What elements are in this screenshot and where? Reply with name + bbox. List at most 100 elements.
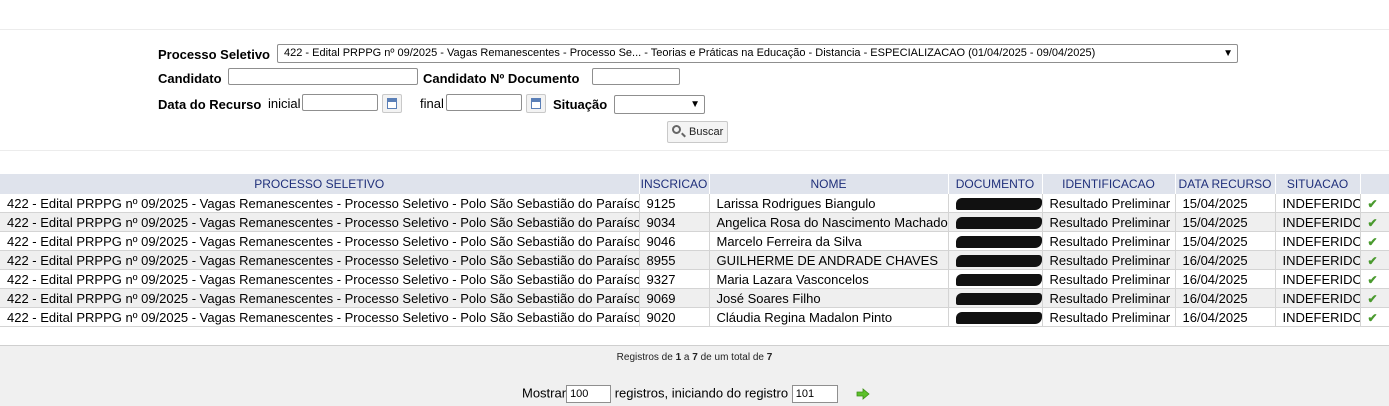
- cell-nome: José Soares Filho: [709, 288, 949, 308]
- data-recurso-label: Data do Recurso: [158, 97, 262, 112]
- col-header-data-recurso[interactable]: DATA RECURSO: [1175, 174, 1276, 194]
- cell-data: 15/04/2025: [1175, 212, 1276, 232]
- cell-situacao: INDEFERIDO: [1275, 250, 1361, 270]
- cell-nome: GUILHERME DE ANDRADE CHAVES: [709, 250, 949, 270]
- cell-inscricao: 9020: [639, 307, 710, 327]
- processo-select[interactable]: 422 - Edital PRPPG nº 09/2025 - Vagas Re…: [277, 44, 1238, 63]
- situacao-label: Situação: [553, 97, 608, 112]
- data-inicial-input[interactable]: [302, 94, 378, 111]
- cell-identificacao: Resultado Preliminar: [1042, 288, 1176, 308]
- col-header-situacao[interactable]: SITUACAO: [1275, 174, 1361, 194]
- cell-documento: [948, 307, 1043, 327]
- check-icon[interactable]: ✔: [1368, 216, 1378, 230]
- reg-to: 7: [692, 352, 698, 363]
- cell-data: 16/04/2025: [1175, 250, 1276, 270]
- cell-data: 15/04/2025: [1175, 231, 1276, 251]
- cell-action[interactable]: ✔: [1360, 231, 1389, 251]
- cell-action[interactable]: ✔: [1360, 194, 1389, 213]
- situacao-select[interactable]: ▼: [614, 95, 705, 114]
- table-row[interactable]: 422 - Edital PRPPG nº 09/2025 - Vagas Re…: [0, 307, 1389, 327]
- check-icon[interactable]: ✔: [1368, 273, 1378, 287]
- check-icon[interactable]: ✔: [1368, 292, 1378, 306]
- cell-identificacao: Resultado Preliminar: [1042, 231, 1176, 251]
- cell-inscricao: 9034: [639, 212, 710, 232]
- cell-inscricao: 9125: [639, 194, 710, 213]
- check-icon[interactable]: ✔: [1368, 311, 1378, 325]
- cell-situacao: INDEFERIDO: [1275, 194, 1361, 213]
- col-header-documento[interactable]: DOCUMENTO: [948, 174, 1043, 194]
- cell-documento: [948, 288, 1043, 308]
- data-final-input[interactable]: [446, 94, 522, 111]
- col-header-inscricao[interactable]: INSCRICAO: [639, 174, 710, 194]
- records-summary: Registros de 1 a 7 de um total de 7: [0, 352, 1389, 363]
- col-header-processo[interactable]: PROCESSO SELETIVO: [0, 174, 640, 194]
- cell-documento: [948, 250, 1043, 270]
- col-header-nome[interactable]: NOME: [709, 174, 949, 194]
- table-header-row: PROCESSO SELETIVO INSCRICAO NOME DOCUMEN…: [0, 174, 1389, 194]
- top-band: [0, 0, 1389, 30]
- table-row[interactable]: 422 - Edital PRPPG nº 09/2025 - Vagas Re…: [0, 194, 1389, 213]
- redaction-mark: [955, 236, 1041, 249]
- table-row[interactable]: 422 - Edital PRPPG nº 09/2025 - Vagas Re…: [0, 288, 1389, 308]
- cell-action[interactable]: ✔: [1360, 250, 1389, 270]
- results-table: PROCESSO SELETIVO INSCRICAO NOME DOCUMEN…: [0, 174, 1389, 327]
- col-header-identificacao[interactable]: IDENTIFICACAO: [1042, 174, 1176, 194]
- cell-data: 15/04/2025: [1175, 194, 1276, 213]
- cell-documento: [948, 231, 1043, 251]
- documento-label: Candidato Nº Documento: [423, 71, 580, 86]
- cell-processo: 422 - Edital PRPPG nº 09/2025 - Vagas Re…: [0, 288, 640, 308]
- reg-a: a: [683, 352, 690, 363]
- page-size-row: Mostrar 100 registros, iniciando do regis…: [522, 385, 838, 403]
- reg-mid: de um total de: [700, 352, 764, 363]
- mostrar-label: Mostrar: [522, 385, 567, 401]
- cell-identificacao: Resultado Preliminar: [1042, 307, 1176, 327]
- start-record-input[interactable]: 101: [791, 385, 838, 403]
- processo-select-value: 422 - Edital PRPPG nº 09/2025 - Vagas Re…: [284, 47, 1096, 59]
- final-label: final: [420, 96, 444, 111]
- cell-processo: 422 - Edital PRPPG nº 09/2025 - Vagas Re…: [0, 250, 640, 270]
- green-arrow-icon[interactable]: [856, 388, 870, 400]
- cell-situacao: INDEFERIDO: [1275, 269, 1361, 289]
- calendar-inicial-button[interactable]: [382, 94, 402, 113]
- cell-documento: [948, 212, 1043, 232]
- redaction-mark: [955, 274, 1041, 287]
- cell-documento: [948, 194, 1043, 213]
- cell-action[interactable]: ✔: [1360, 212, 1389, 232]
- cell-processo: 422 - Edital PRPPG nº 09/2025 - Vagas Re…: [0, 269, 640, 289]
- redaction-mark: [955, 255, 1041, 268]
- calendar-final-button[interactable]: [526, 94, 546, 113]
- cell-data: 16/04/2025: [1175, 307, 1276, 327]
- cell-identificacao: Resultado Preliminar: [1042, 250, 1176, 270]
- magnifier-icon: [672, 125, 681, 134]
- pagination-footer: Registros de 1 a 7 de um total de 7 Most…: [0, 345, 1389, 406]
- check-icon[interactable]: ✔: [1368, 254, 1378, 268]
- cell-situacao: INDEFERIDO: [1275, 307, 1361, 327]
- filter-panel: Processo Seletivo 422 - Edital PRPPG nº …: [0, 30, 1389, 151]
- cell-inscricao: 9046: [639, 231, 710, 251]
- table-row[interactable]: 422 - Edital PRPPG nº 09/2025 - Vagas Re…: [0, 231, 1389, 251]
- check-icon[interactable]: ✔: [1368, 235, 1378, 249]
- cell-data: 16/04/2025: [1175, 269, 1276, 289]
- table-row[interactable]: 422 - Edital PRPPG nº 09/2025 - Vagas Re…: [0, 269, 1389, 289]
- redaction-mark: [955, 198, 1041, 211]
- cell-action[interactable]: ✔: [1360, 269, 1389, 289]
- buscar-button[interactable]: Buscar: [667, 121, 728, 143]
- documento-input[interactable]: [592, 68, 680, 85]
- reg-total: 7: [766, 352, 773, 363]
- cell-processo: 422 - Edital PRPPG nº 09/2025 - Vagas Re…: [0, 212, 640, 232]
- reg-prefix: Registros de: [616, 352, 673, 363]
- cell-data: 16/04/2025: [1175, 288, 1276, 308]
- table-row[interactable]: 422 - Edital PRPPG nº 09/2025 - Vagas Re…: [0, 250, 1389, 270]
- candidato-label: Candidato: [158, 71, 222, 86]
- candidato-input[interactable]: [228, 68, 418, 85]
- cell-action[interactable]: ✔: [1360, 288, 1389, 308]
- chevron-down-icon: ▼: [1223, 48, 1233, 59]
- cell-identificacao: Resultado Preliminar: [1042, 194, 1176, 213]
- table-row[interactable]: 422 - Edital PRPPG nº 09/2025 - Vagas Re…: [0, 212, 1389, 232]
- cell-nome: Maria Lazara Vasconcelos: [709, 269, 949, 289]
- calendar-icon: [531, 98, 541, 109]
- check-icon[interactable]: ✔: [1368, 197, 1378, 211]
- page-size-input[interactable]: 100: [566, 385, 612, 403]
- iniciando-label: registros, iniciando do registro: [614, 385, 789, 401]
- cell-action[interactable]: ✔: [1360, 307, 1389, 327]
